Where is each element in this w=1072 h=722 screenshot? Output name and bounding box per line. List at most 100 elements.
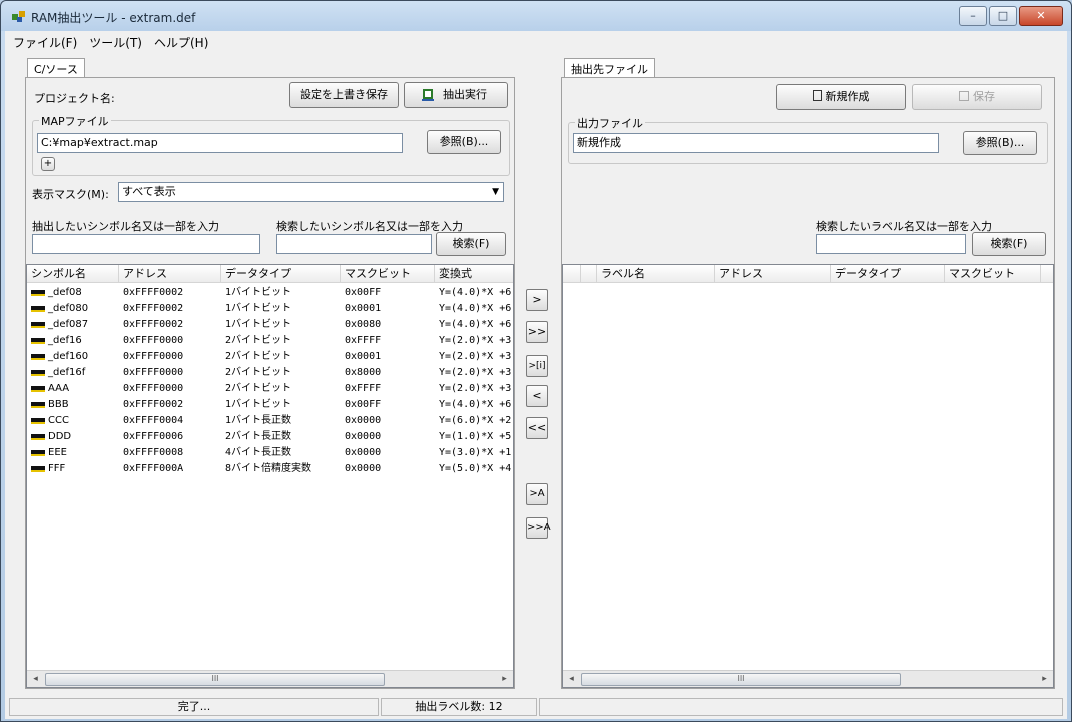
- label-scroll-left-icon[interactable]: ◂: [563, 671, 580, 687]
- table-row[interactable]: _def160 0xFFFF0000 2バイトビット 0x0001 Y=(2.0)*X …: [27, 349, 513, 364]
- symbol-search-input[interactable]: [276, 234, 432, 254]
- scroll-right-icon[interactable]: ▸: [496, 671, 513, 687]
- save-button[interactable]: 保存: [912, 84, 1042, 110]
- col-data-type[interactable]: データタイプ: [221, 265, 341, 283]
- symbol-name-text: _def16: [48, 335, 82, 346]
- table-row[interactable]: CCC 0xFFFF0004 1バイト長正数 0x0000 Y=(6.0)*X +2.0: [27, 413, 513, 428]
- menu-tool[interactable]: ツール(T): [83, 34, 148, 51]
- map-file-input[interactable]: C:¥map¥extract.map: [37, 133, 403, 153]
- cell-mask-bit: 0x00FF: [345, 399, 382, 410]
- table-row[interactable]: EEE 0xFFFF0008 4バイト長正数 0x0000 Y=(3.0)*X +1.0: [27, 445, 513, 460]
- col-formula[interactable]: 変換式: [435, 265, 513, 283]
- symbol-icon: [31, 305, 45, 312]
- cell-data-type: 1バイトビット: [225, 287, 292, 298]
- cell-data-type: 8バイト倍精度実数: [225, 463, 312, 474]
- col-mask-bit[interactable]: マスクビット: [341, 265, 435, 283]
- menu-file[interactable]: ファイル(F): [7, 34, 83, 51]
- extract-hint: 抽出したいシンボル名又は一部を入力: [32, 220, 219, 233]
- table-row[interactable]: _def087 0xFFFF0002 1バイトビット 0x0080 Y=(4.0)*X …: [27, 317, 513, 332]
- expand-button[interactable]: +: [41, 157, 55, 171]
- scroll-left-icon[interactable]: ◂: [27, 671, 44, 687]
- output-browse-button[interactable]: 参照(B)...: [963, 131, 1037, 155]
- symbol-icon: [31, 433, 45, 440]
- title-bar: RAM抽出ツール - extram.def – □ ✕: [1, 1, 1071, 31]
- remove-one-button[interactable]: <: [526, 385, 548, 407]
- cell-symbol-name: _def16: [27, 333, 119, 348]
- cell-formula: Y=(6.0)*X +2.0: [439, 415, 513, 426]
- col-label-address[interactable]: アドレス: [715, 265, 831, 283]
- mask-select[interactable]: すべて表示 ▼: [118, 182, 504, 202]
- cell-data-type: 2バイトビット: [225, 351, 292, 362]
- table-row[interactable]: AAA 0xFFFF0000 2バイトビット 0xFFFF Y=(2.0)*X +3.0: [27, 381, 513, 396]
- tab-source[interactable]: C/ソース: [27, 58, 85, 78]
- label-search-button[interactable]: 検索(F): [972, 232, 1046, 256]
- cell-address: 0xFFFF0002: [123, 399, 184, 410]
- symbol-search-button[interactable]: 検索(F): [436, 232, 506, 256]
- cell-formula: Y=(1.0)*X +5.0: [439, 431, 513, 442]
- extract-run-label: 抽出実行: [443, 88, 487, 101]
- table-row[interactable]: FFF 0xFFFF000A 8バイト倍精度実数 0x0000 Y=(5.0)*X +4…: [27, 461, 513, 476]
- cell-mask-bit: 0x0000: [345, 447, 382, 458]
- menu-help[interactable]: ヘルプ(H): [148, 34, 214, 51]
- cell-symbol-name: DDD: [27, 429, 119, 444]
- cell-data-type: 1バイト長正数: [225, 415, 292, 426]
- cell-address: 0xFFFF0002: [123, 303, 184, 314]
- cell-symbol-name: _def08: [27, 285, 119, 300]
- cell-mask-bit: 0x0001: [345, 351, 382, 362]
- table-row[interactable]: _def08 0xFFFF0002 1バイトビット 0x00FF Y=(4.0)*X +…: [27, 285, 513, 300]
- table-row[interactable]: _def16 0xFFFF0000 2バイトビット 0xFFFF Y=(2.0)*X +…: [27, 333, 513, 348]
- output-file-group: 出力ファイル 新規作成 参照(B)...: [568, 115, 1048, 164]
- table-row[interactable]: DDD 0xFFFF0006 2バイト長正数 0x0000 Y=(1.0)*X +5.0: [27, 429, 513, 444]
- symbol-name-text: _def087: [48, 319, 89, 330]
- extract-run-button[interactable]: 抽出実行: [404, 82, 508, 108]
- map-browse-button[interactable]: 参照(B)...: [427, 130, 501, 154]
- symbol-icon: [31, 353, 45, 360]
- add-one-button[interactable]: >: [526, 289, 548, 311]
- table-row[interactable]: _def16f 0xFFFF0000 2バイトビット 0x8000 Y=(2.0)*X …: [27, 365, 513, 380]
- tab-output-file[interactable]: 抽出先ファイル: [564, 58, 655, 78]
- cell-symbol-name: FFF: [27, 461, 119, 476]
- symbol-name-text: AAA: [48, 383, 70, 394]
- symbol-icon: [31, 401, 45, 408]
- scroll-thumb[interactable]: III: [45, 673, 385, 686]
- label-scroll-right-icon[interactable]: ▸: [1036, 671, 1053, 687]
- table-row[interactable]: BBB 0xFFFF0002 1バイトビット 0x00FF Y=(4.0)*X +6.0: [27, 397, 513, 412]
- col-label-name[interactable]: ラベル名: [597, 265, 715, 283]
- maximize-button[interactable]: □: [989, 6, 1017, 26]
- add-a-button[interactable]: >A: [526, 483, 548, 505]
- output-file-input[interactable]: 新規作成: [573, 133, 939, 153]
- label-list-hscroll[interactable]: ◂ III ▸: [563, 670, 1053, 687]
- symbol-icon: [31, 385, 45, 392]
- col-check[interactable]: [563, 265, 581, 283]
- remove-all-button[interactable]: <<: [526, 417, 548, 439]
- status-label-count: 抽出ラベル数: 12: [381, 698, 537, 716]
- label-search-input[interactable]: [816, 234, 966, 254]
- table-row[interactable]: _def080 0xFFFF0002 1バイトビット 0x0001 Y=(4.0)*X …: [27, 301, 513, 316]
- col-address[interactable]: アドレス: [119, 265, 221, 283]
- cell-address: 0xFFFF0006: [123, 431, 184, 442]
- col-label-data-type[interactable]: データタイプ: [831, 265, 945, 283]
- label-scroll-thumb[interactable]: III: [581, 673, 901, 686]
- close-button[interactable]: ✕: [1019, 6, 1063, 26]
- extract-input[interactable]: [32, 234, 260, 254]
- overwrite-save-button[interactable]: 設定を上書き保存: [289, 82, 399, 108]
- cell-mask-bit: 0x0080: [345, 319, 382, 330]
- search-hint: 検索したいシンボル名又は一部を入力: [276, 220, 463, 233]
- cell-symbol-name: _def087: [27, 317, 119, 332]
- cell-mask-bit: 0x00FF: [345, 287, 382, 298]
- symbol-list-hscroll[interactable]: ◂ III ▸: [27, 670, 513, 687]
- minimize-button[interactable]: –: [959, 6, 987, 26]
- col-symbol-name[interactable]: シンボル名: [27, 265, 119, 283]
- symbol-list: シンボル名 アドレス データタイプ マスクビット 変換式 _def08 0xFFF…: [26, 264, 514, 688]
- cell-formula: Y=(4.0)*X +6.0: [439, 319, 513, 330]
- add-all-button[interactable]: >>: [526, 321, 548, 343]
- window-title: RAM抽出ツール - extram.def: [31, 11, 196, 25]
- symbol-icon: [31, 449, 45, 456]
- col-label-mask-bit[interactable]: マスクビット: [945, 265, 1041, 283]
- cell-formula: Y=(2.0)*X +3.0: [439, 383, 513, 394]
- add-index-button[interactable]: >[i]: [526, 355, 548, 377]
- symbol-name-text: _def160: [48, 351, 89, 362]
- cell-formula: Y=(4.0)*X +6.0: [439, 399, 513, 410]
- new-file-button[interactable]: 新規作成: [776, 84, 906, 110]
- add-all-a-button[interactable]: >>A: [526, 517, 551, 539]
